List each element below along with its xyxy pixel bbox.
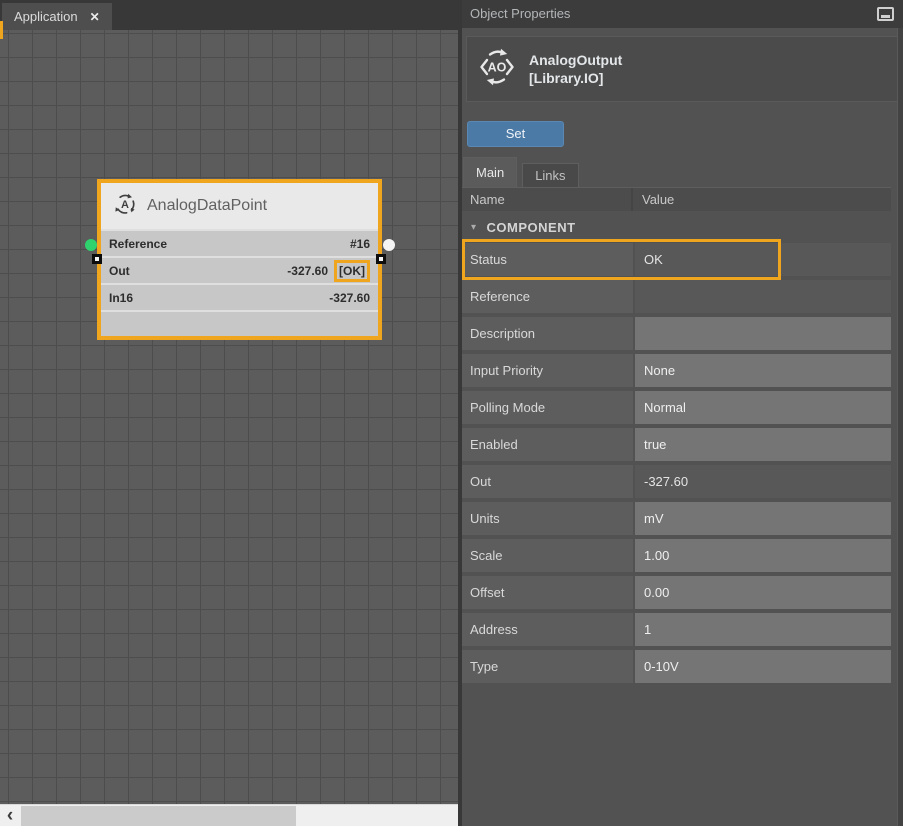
tab-label: Application: [14, 9, 78, 24]
property-name: Scale: [462, 539, 633, 572]
icon-label: AO: [488, 60, 507, 74]
property-value[interactable]: 1.00: [635, 539, 891, 572]
block-slot-row: Out -327.60 [OK]: [101, 258, 378, 283]
output-port-dot[interactable]: [383, 239, 395, 251]
property-name: Enabled: [462, 428, 633, 461]
property-name: Status: [462, 243, 633, 276]
property-value[interactable]: [635, 317, 891, 350]
property-row[interactable]: Address 1: [462, 613, 891, 646]
table-header: Name Value: [462, 187, 891, 211]
property-row[interactable]: Offset 0.00: [462, 576, 891, 609]
panel-tab-links[interactable]: Links: [522, 163, 578, 187]
slot-value: -327.60: [329, 291, 370, 305]
block-slot-row: In16 -327.60: [101, 285, 378, 310]
panel-scrollbar-track[interactable]: [897, 28, 903, 826]
property-row[interactable]: Polling Mode Normal: [462, 391, 891, 424]
block-title: AnalogDataPoint: [147, 197, 267, 215]
panel-titlebar: Object Properties: [462, 0, 903, 28]
hscrollbar-thumb[interactable]: [21, 806, 296, 826]
property-row[interactable]: Reference: [462, 280, 891, 313]
slot-name: Reference: [109, 237, 167, 251]
panel-tabs: MainLinks: [463, 157, 579, 187]
property-value[interactable]: -327.60: [635, 465, 891, 498]
property-value[interactable]: true: [635, 428, 891, 461]
horizontal-scrollbar[interactable]: ‹: [0, 804, 458, 826]
property-name: Polling Mode: [462, 391, 633, 424]
property-row[interactable]: Enabled true: [462, 428, 891, 461]
block-header: A AnalogDataPoint: [101, 183, 378, 229]
property-rows: Status OK Reference Description Input Pr…: [462, 243, 891, 683]
canvas-tabbar: Application ✕: [0, 0, 458, 30]
object-properties-panel: Object Properties AO AnalogOu: [462, 0, 903, 826]
property-row[interactable]: Out -327.60: [462, 465, 891, 498]
selection-handle-left[interactable]: [92, 254, 102, 264]
slot-value: -327.60: [287, 264, 328, 278]
property-row[interactable]: Description: [462, 317, 891, 350]
property-value[interactable]: OK: [635, 243, 891, 276]
property-value[interactable]: Normal: [635, 391, 891, 424]
scroll-left-button[interactable]: ‹: [0, 805, 20, 826]
property-name: Description: [462, 317, 633, 350]
property-value[interactable]: 0-10V: [635, 650, 891, 683]
block-rows: Reference #16 Out -327.60 [OK] In16 -327…: [101, 231, 378, 336]
panel-tab-main[interactable]: Main: [463, 157, 517, 187]
property-value[interactable]: [635, 280, 891, 313]
analog-cycle-icon: A: [113, 192, 137, 221]
analog-datapoint-block[interactable]: A AnalogDataPoint Reference #16 Out -327…: [97, 179, 382, 340]
collapse-triangle-icon[interactable]: ▾: [471, 222, 477, 233]
component-section-header[interactable]: ▾ COMPONENT: [462, 213, 576, 241]
property-name: Units: [462, 502, 633, 535]
slot-name: In16: [109, 291, 133, 305]
svg-text:A: A: [121, 199, 129, 211]
selection-handle-right[interactable]: [376, 254, 386, 264]
input-port-dot[interactable]: [85, 239, 97, 251]
analog-output-icon: AO: [477, 47, 517, 92]
property-name: Type: [462, 650, 633, 683]
object-name: AnalogOutput [Library.IO]: [529, 51, 622, 87]
tab-application[interactable]: Application ✕: [2, 3, 112, 30]
status-ok-badge: [OK]: [334, 260, 370, 282]
application-window: Application ✕: [0, 0, 903, 826]
panel-title: Object Properties: [470, 6, 570, 21]
property-name: Out: [462, 465, 633, 498]
property-row[interactable]: Input Priority None: [462, 354, 891, 387]
property-row[interactable]: Scale 1.00: [462, 539, 891, 572]
property-value[interactable]: mV: [635, 502, 891, 535]
slot-value: #16: [350, 237, 370, 251]
set-button[interactable]: Set: [467, 121, 564, 147]
name-column-header: Name: [462, 188, 633, 211]
property-row[interactable]: Status OK: [462, 243, 891, 276]
property-value[interactable]: 1: [635, 613, 891, 646]
property-name: Reference: [462, 280, 633, 313]
block-slot-row: Reference #16: [101, 231, 378, 256]
property-name: Input Priority: [462, 354, 633, 387]
minimize-panel-icon[interactable]: [877, 7, 894, 21]
slot-name: Out: [109, 264, 130, 278]
property-name: Offset: [462, 576, 633, 609]
property-value[interactable]: 0.00: [635, 576, 891, 609]
tab-close-icon[interactable]: ✕: [90, 10, 100, 24]
value-column-header: Value: [633, 188, 891, 211]
canvas-edge-marker: [0, 21, 3, 39]
property-name: Address: [462, 613, 633, 646]
wiresheet-canvas[interactable]: A AnalogDataPoint Reference #16 Out -327…: [0, 30, 458, 804]
section-label: COMPONENT: [487, 220, 576, 235]
object-header: AO AnalogOutput [Library.IO]: [466, 36, 899, 102]
canvas-area: Application ✕: [0, 0, 458, 826]
property-value[interactable]: None: [635, 354, 891, 387]
property-row[interactable]: Type 0-10V: [462, 650, 891, 683]
property-row[interactable]: Units mV: [462, 502, 891, 535]
block-slot-row: [101, 312, 378, 336]
